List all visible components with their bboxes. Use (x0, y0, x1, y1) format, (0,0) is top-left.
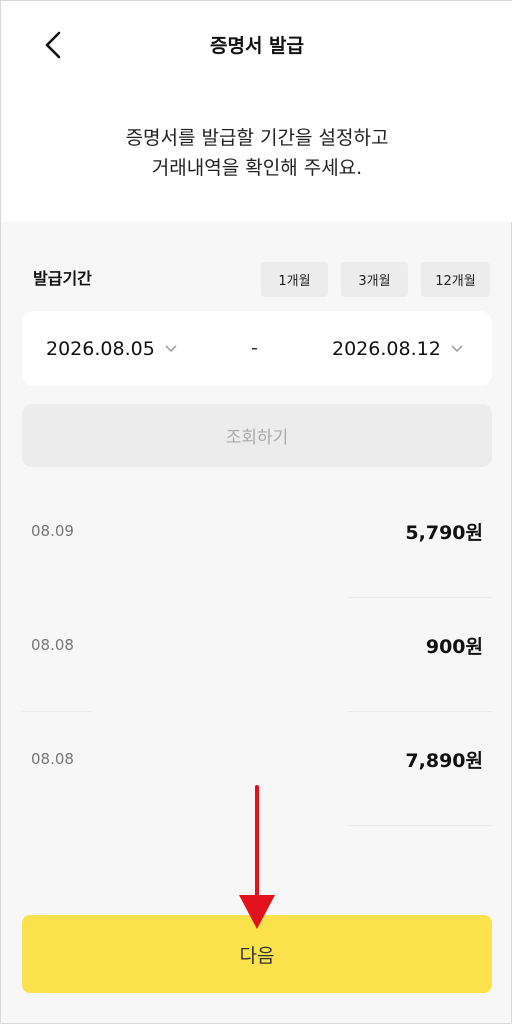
transaction-date: 08.08 (31, 636, 74, 654)
page-title: 증명서 발급 (209, 35, 304, 57)
period-12-month-button[interactable]: 12개월 (421, 262, 490, 297)
transaction-amount: 900원 (425, 636, 483, 658)
transaction-amount: 7,890원 (405, 750, 483, 772)
next-button[interactable]: 다음 (22, 915, 492, 993)
period-1-month-button[interactable]: 1개월 (261, 262, 328, 297)
row-divider (347, 597, 493, 598)
screen: 증명서 발급 증명서를 발급할 기간을 설정하고 거래내역을 확인해 주세요. … (0, 0, 512, 1024)
transaction-amount: 5,790원 (405, 522, 483, 544)
transaction-date: 08.08 (31, 750, 74, 768)
end-date-value: 2026.08.12 (332, 337, 441, 360)
query-button[interactable]: 조회하기 (22, 404, 492, 467)
row-divider (347, 825, 493, 826)
transaction-date: 08.09 (31, 522, 74, 540)
row-divider (347, 711, 493, 712)
end-date-dropdown[interactable]: 2026.08.12 (332, 311, 463, 386)
transaction-row[interactable]: 08.08 7,890원 (1, 736, 512, 850)
row-divider (22, 711, 92, 712)
chevron-down-icon (451, 344, 463, 353)
date-separator: - (251, 337, 258, 359)
header-area: 증명서 발급 증명서를 발급할 기간을 설정하고 거래내역을 확인해 주세요. (1, 1, 512, 222)
start-date-dropdown[interactable]: 2026.08.05 (46, 311, 177, 386)
guide-text: 증명서를 발급할 기간을 설정하고 거래내역을 확인해 주세요. (1, 123, 512, 183)
date-range-picker: 2026.08.05 - 2026.08.12 (22, 311, 492, 386)
guide-line-2: 거래내역을 확인해 주세요. (151, 157, 363, 179)
start-date-value: 2026.08.05 (46, 337, 155, 360)
transaction-row[interactable]: 08.08 900원 (1, 622, 512, 736)
period-label: 발급기간 (33, 269, 92, 288)
transaction-row[interactable]: 08.09 5,790원 (1, 508, 512, 622)
guide-line-1: 증명서를 발급할 기간을 설정하고 (125, 127, 389, 149)
chevron-down-icon (165, 344, 177, 353)
period-3-month-button[interactable]: 3개월 (341, 262, 408, 297)
